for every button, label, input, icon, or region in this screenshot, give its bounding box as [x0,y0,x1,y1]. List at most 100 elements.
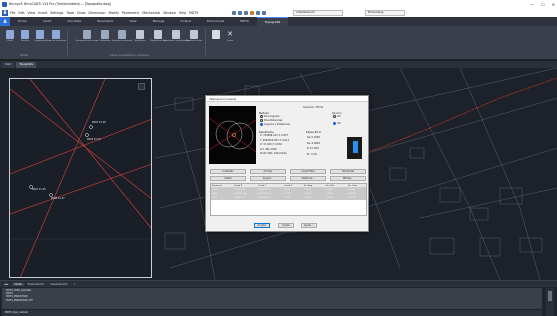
tab-mdt9[interactable]: MDT9 [232,17,257,26]
contour-icon [83,30,91,39]
replanteo-button[interactable]: Replanteo [132,30,148,52]
menu-file[interactable]: File [10,11,15,15]
col-err-coor[interactable]: Err. Coor. [347,184,366,187]
save-icon[interactable] [244,10,248,15]
radio-dot-selected [260,123,263,126]
app-menu-icon[interactable]: B [2,9,8,16]
layout-tab-model[interactable]: Model [12,282,24,286]
section-icon [21,30,29,39]
transferir-datos-button[interactable]: Transferir datos [186,30,202,52]
close-button[interactable]: ✕ [552,2,555,7]
workspace-select[interactable]: Arbeitsbereich [293,9,343,16]
accept-button[interactable]: Aceptar [254,223,270,228]
left-viewport[interactable]: P003 14.28 P004 13.72 P007 11.35 P008 11… [9,78,152,278]
menu-help[interactable]: Help [179,11,186,15]
menu-mdt9[interactable]: MDT9 [189,11,198,15]
method-two-angles[interactable]: Dos ángulos [260,115,279,118]
point-z: 11.37 [57,197,65,200]
menu-parametric[interactable]: Parametric [122,11,139,15]
col-err-dist[interactable]: Err. Dist. [325,184,347,187]
perfil-button[interactable]: Perfil [2,30,18,52]
circular-button[interactable]: Circular [250,169,286,174]
add-layout-button[interactable]: + [71,283,77,286]
layer-icon[interactable] [262,10,266,15]
open-icon[interactable] [238,10,242,15]
layout-tab-1[interactable]: Presentación1 [26,283,47,286]
ribbon-panel: Perfil Sección Compensar Grupo de seccio… [0,26,557,60]
sight-button[interactable]: Mirada... [330,176,366,181]
ribbon-separator [67,29,68,56]
menu-view[interactable]: View [28,11,36,15]
doc-tab-topografia[interactable]: Topografía [16,61,36,68]
col-z[interactable]: Coord Z [283,184,303,187]
new-icon[interactable] [232,10,236,15]
profile-icon [6,30,14,39]
table-row[interactable]: P007 376891.27 4064385.18 11.35 0.0005 0… [211,196,366,200]
menu-window[interactable]: Window [163,11,176,15]
tab-manage[interactable]: Manage [145,17,173,26]
redo-icon[interactable] [256,10,260,15]
scrollbar-thumb[interactable] [548,291,552,301]
survey-lines [10,79,151,277]
square-button[interactable]: Cuadrado [210,169,246,174]
window-controls: — ☐ ✕ [530,0,555,8]
command-scrollbar[interactable] [546,288,554,316]
col-y[interactable]: Coord Y [257,184,283,187]
command-input[interactable]: MDT9_topo_calcular [2,310,542,316]
tab-pointclouds[interactable]: Pointclouds [199,17,232,26]
generacion-curvas-button[interactable]: Generación de curvas [76,30,98,52]
menu-edit[interactable]: Edit [18,11,24,15]
angle-button[interactable]: Ángulo... [250,176,286,181]
application-button[interactable]: A [0,17,10,26]
cerrar-button[interactable]: ✕ Cerrar [222,30,238,52]
seccion-transversal-label: Sección transversal [111,40,133,42]
cubicacion-button[interactable]: Cubicación [97,30,113,52]
minimize-button[interactable]: — [530,2,534,7]
ribbon-separator [205,29,206,56]
linear-total-button[interactable]: Lineal Total [290,169,326,174]
tab-home[interactable]: Home [10,17,35,26]
layout-tabs: ◀ ▶ Model Presentación1 Presentación2 + [0,281,557,287]
col-element[interactable]: Elemento [211,184,233,187]
maximize-button[interactable]: ☐ [541,2,545,7]
col-x[interactable]: Coord X [233,184,257,187]
undo-icon[interactable] [250,10,254,15]
point-label-p008: P008 11.37 [51,197,65,200]
menu-dimension[interactable]: Dimension [89,11,106,15]
radio-dot [260,115,263,118]
menu-modify[interactable]: Modify [108,11,119,15]
option-3d[interactable]: 3D [333,122,341,125]
menu-tools[interactable]: Tools [66,11,74,15]
option-2d[interactable]: 2D [333,115,341,118]
help-button[interactable]: Ayuda ... [301,223,317,228]
error-theta: θ: 27.38% [307,147,320,150]
menu-settings[interactable]: Settings [50,11,63,15]
layer-select[interactable]: Bodenbelag [365,9,405,16]
layout-tab-2[interactable]: Presentación2 [49,283,70,286]
tab-parametric[interactable]: Parametric [89,17,121,26]
menu-insert[interactable]: Insert [38,11,47,15]
menu-mechanical[interactable]: Mechanical [142,11,160,15]
cancel-button[interactable]: Anular [278,223,294,228]
tab-topografia[interactable]: Topografía [256,17,289,26]
grupo-secciones-button[interactable]: Grupo de secciones [46,30,66,52]
tab-insert[interactable]: Insert [35,17,60,26]
seccion-transversal-button[interactable]: Sección transversal [111,30,133,52]
tab-output[interactable]: Output [173,17,199,26]
doc-tab-start[interactable]: Start [2,61,15,68]
menu-draw[interactable]: Draw [77,11,85,15]
method-angles-distances[interactable]: Ángulos y Distancias [260,123,290,126]
nav-arrows-icon[interactable]: ◀ ▶ [2,283,10,286]
tab-annotate[interactable]: Annotate [59,17,89,26]
distance-button[interactable]: Distancia... [290,176,326,181]
cell: 11.35 [284,197,290,199]
seccion-button[interactable]: Sección [17,30,33,52]
horizontal-button[interactable]: Horizontal [330,169,366,174]
transformar-coordenadas-button[interactable]: Transformar coordenadas [163,30,189,52]
add-button[interactable]: Añadir [210,176,246,181]
col-err-ang[interactable]: Err. Ang. [303,184,325,187]
point-z: 13.72 [93,138,101,141]
view-cube[interactable] [138,83,145,90]
tab-view[interactable]: View [121,17,144,26]
method-two-distances[interactable]: Dos Distancias [260,119,282,122]
